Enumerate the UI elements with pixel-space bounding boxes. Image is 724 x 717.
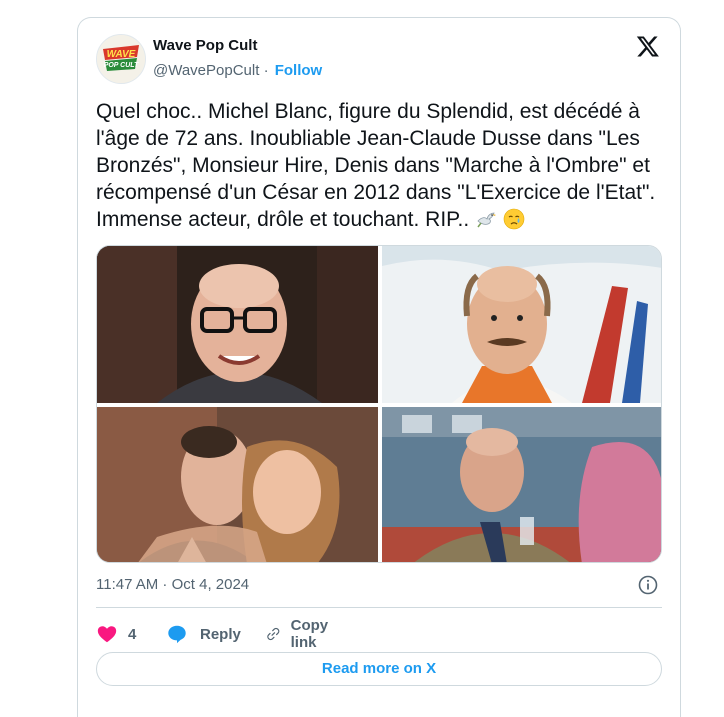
reply-button[interactable]: Reply bbox=[166, 622, 241, 646]
crying-face-icon bbox=[503, 208, 525, 237]
account-handle[interactable]: @WavePopCult bbox=[153, 62, 259, 79]
copy-link-button[interactable]: Copy link bbox=[266, 617, 336, 651]
svg-text:POP CULT: POP CULT bbox=[104, 62, 139, 69]
photo-ski-scene[interactable] bbox=[382, 246, 661, 403]
heart-icon bbox=[97, 626, 117, 643]
embedded-tweet-card: WAVE POP CULT Wave Pop Cult @WavePopCult… bbox=[77, 17, 681, 717]
photo-grid[interactable] bbox=[96, 245, 662, 563]
tweet-timestamp[interactable]: 11:47 AM · Oct 4, 2024 bbox=[96, 576, 249, 593]
copy-link-label: Copy link bbox=[290, 617, 329, 651]
reply-label: Reply bbox=[200, 625, 241, 643]
like-count: 4 bbox=[128, 625, 137, 643]
follow-button[interactable]: Follow bbox=[275, 62, 323, 79]
read-more-button[interactable]: Read more on X bbox=[96, 652, 662, 686]
reply-bubble-icon bbox=[168, 625, 186, 644]
tweet-text-content: Quel choc.. Michel Blanc, figure du Sple… bbox=[96, 100, 656, 231]
x-logo-icon[interactable] bbox=[636, 34, 660, 58]
avatar[interactable]: WAVE POP CULT bbox=[96, 34, 146, 84]
wave-pop-cult-logo: WAVE POP CULT bbox=[97, 35, 145, 83]
link-icon bbox=[267, 627, 280, 641]
account-name[interactable]: Wave Pop Cult bbox=[153, 37, 257, 54]
tweet-text: Quel choc.. Michel Blanc, figure du Sple… bbox=[96, 98, 666, 237]
like-button[interactable]: 4 bbox=[96, 622, 136, 646]
photo-classroom-scene[interactable] bbox=[382, 407, 661, 562]
info-icon[interactable] bbox=[638, 575, 658, 595]
divider bbox=[96, 607, 662, 608]
photo-portrait-glasses[interactable] bbox=[97, 246, 378, 403]
dove-icon bbox=[475, 208, 497, 237]
handle-row: @WavePopCult · Follow bbox=[153, 62, 323, 79]
photo-couple-scene[interactable] bbox=[97, 407, 378, 562]
svg-text:WAVE: WAVE bbox=[107, 49, 136, 60]
